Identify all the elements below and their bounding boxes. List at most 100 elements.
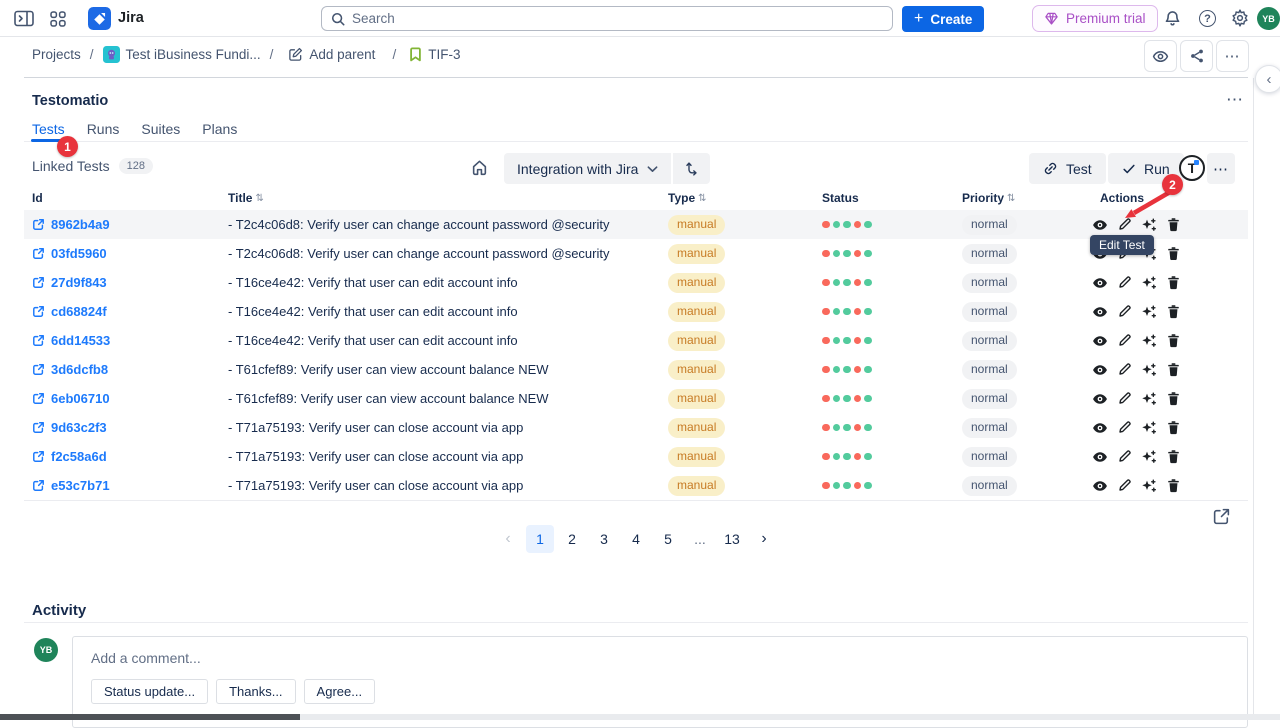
- integration-dropdown[interactable]: Integration with Jira: [504, 153, 671, 184]
- column-header-priority[interactable]: Priority⇅: [940, 191, 1080, 205]
- table-row[interactable]: 8962b4a9 - T2c4c06d8: Verify user can ch…: [24, 210, 1248, 239]
- view-test-icon[interactable]: [1092, 362, 1108, 378]
- ai-generate-icon[interactable]: [1141, 478, 1157, 494]
- external-link-icon[interactable]: [32, 305, 45, 318]
- sort-icon[interactable]: ⇅: [255, 193, 263, 204]
- delete-test-icon[interactable]: [1166, 362, 1181, 377]
- edit-test-icon[interactable]: [1117, 304, 1132, 319]
- view-test-icon[interactable]: [1092, 333, 1108, 349]
- horizontal-scrollbar[interactable]: [0, 714, 1280, 720]
- testomatio-logo-icon[interactable]: T: [1179, 155, 1205, 181]
- test-id-link[interactable]: cd68824f: [51, 304, 107, 319]
- ai-generate-icon[interactable]: [1141, 362, 1157, 378]
- ai-generate-icon[interactable]: [1141, 333, 1157, 349]
- table-row[interactable]: 27d9f843 - T16ce4e42: Verify that user c…: [24, 268, 1248, 297]
- tab-suites[interactable]: Suites: [141, 121, 180, 147]
- quick-reply-button[interactable]: Thanks...: [216, 679, 295, 704]
- table-row[interactable]: cd68824f - T16ce4e42: Verify that user c…: [24, 297, 1248, 326]
- watch-issue-button[interactable]: [1144, 40, 1177, 72]
- table-row[interactable]: 6dd14533 - T16ce4e42: Verify that user c…: [24, 326, 1248, 355]
- pagination-page-4[interactable]: 4: [622, 525, 650, 553]
- pagination-prev[interactable]: ‹: [494, 525, 522, 553]
- sort-icon[interactable]: ⇅: [698, 193, 706, 204]
- pagination-page-5[interactable]: 5: [654, 525, 682, 553]
- app-switcher-icon[interactable]: [50, 11, 66, 27]
- external-link-icon[interactable]: [32, 421, 45, 434]
- horizontal-scrollbar-thumb[interactable]: [0, 714, 300, 720]
- table-row[interactable]: 6eb06710 - T61cfef89: Verify user can vi…: [24, 384, 1248, 413]
- test-id-link[interactable]: 3d6dcfb8: [51, 362, 108, 377]
- delete-test-icon[interactable]: [1166, 333, 1181, 348]
- table-row[interactable]: e53c7b71 - T71a75193: Verify user can cl…: [24, 471, 1248, 500]
- delete-test-icon[interactable]: [1166, 275, 1181, 290]
- external-link-icon[interactable]: [32, 247, 45, 260]
- view-test-icon[interactable]: [1092, 420, 1108, 436]
- tab-runs[interactable]: Runs: [87, 121, 120, 147]
- pagination-next[interactable]: ›: [750, 525, 778, 553]
- table-row[interactable]: 3d6dcfb8 - T61cfef89: Verify user can vi…: [24, 355, 1248, 384]
- link-test-button[interactable]: Test: [1029, 153, 1106, 184]
- test-id-link[interactable]: 8962b4a9: [51, 217, 110, 232]
- breadcrumb-project[interactable]: Test iBusiness Fundi...: [103, 46, 261, 63]
- edit-test-icon[interactable]: [1117, 391, 1132, 406]
- sort-icon[interactable]: ⇅: [1007, 193, 1015, 204]
- pagination-page-13[interactable]: 13: [718, 525, 746, 553]
- edit-test-icon[interactable]: [1117, 449, 1132, 464]
- column-header-type[interactable]: Type⇅: [660, 191, 800, 205]
- breadcrumb-projects[interactable]: Projects: [32, 47, 81, 62]
- issue-more-actions-button[interactable]: ⋯: [1216, 40, 1249, 72]
- test-id-link[interactable]: 9d63c2f3: [51, 420, 107, 435]
- pagination-page-2[interactable]: 2: [558, 525, 586, 553]
- collapse-panel-button[interactable]: ‹: [1255, 65, 1280, 93]
- comment-input[interactable]: [91, 650, 1229, 666]
- ai-generate-icon[interactable]: [1141, 391, 1157, 407]
- ai-generate-icon[interactable]: [1141, 420, 1157, 436]
- view-test-icon[interactable]: [1092, 391, 1108, 407]
- search-input[interactable]: [352, 11, 883, 26]
- quick-reply-button[interactable]: Agree...: [304, 679, 376, 704]
- external-link-icon[interactable]: [32, 479, 45, 492]
- ai-generate-icon[interactable]: [1141, 275, 1157, 291]
- create-button[interactable]: + Create: [902, 6, 984, 32]
- ai-generate-icon[interactable]: [1141, 217, 1157, 233]
- edit-test-icon[interactable]: [1117, 217, 1132, 232]
- pagination-page-1[interactable]: 1: [526, 525, 554, 553]
- notifications-bell-icon[interactable]: [1164, 10, 1181, 27]
- delete-test-icon[interactable]: [1166, 449, 1181, 464]
- import-tests-button[interactable]: [673, 153, 710, 184]
- external-link-icon[interactable]: [32, 392, 45, 405]
- test-id-link[interactable]: e53c7b71: [51, 478, 110, 493]
- panel-actions-more-button[interactable]: ⋯: [1207, 153, 1235, 184]
- help-icon[interactable]: ?: [1199, 10, 1216, 27]
- test-id-link[interactable]: 03fd5960: [51, 246, 107, 261]
- edit-test-icon[interactable]: [1117, 362, 1132, 377]
- edit-test-icon[interactable]: [1117, 275, 1132, 290]
- test-id-link[interactable]: 6eb06710: [51, 391, 110, 406]
- jira-logo-icon[interactable]: [88, 7, 111, 30]
- external-link-icon[interactable]: [32, 334, 45, 347]
- test-id-link[interactable]: f2c58a6d: [51, 449, 107, 464]
- panel-more-icon[interactable]: ⋯: [1226, 90, 1244, 110]
- settings-gear-icon[interactable]: [1231, 9, 1249, 27]
- external-link-icon[interactable]: [32, 218, 45, 231]
- delete-test-icon[interactable]: [1166, 391, 1181, 406]
- table-row[interactable]: 9d63c2f3 - T71a75193: Verify user can cl…: [24, 413, 1248, 442]
- edit-test-icon[interactable]: [1117, 333, 1132, 348]
- view-test-icon[interactable]: [1092, 449, 1108, 465]
- sidebar-toggle-icon[interactable]: [14, 10, 34, 27]
- delete-test-icon[interactable]: [1166, 304, 1181, 319]
- premium-trial-button[interactable]: Premium trial: [1032, 5, 1158, 32]
- view-test-icon[interactable]: [1092, 217, 1108, 233]
- test-id-link[interactable]: 6dd14533: [51, 333, 110, 348]
- view-test-icon[interactable]: [1092, 275, 1108, 291]
- view-test-icon[interactable]: [1092, 478, 1108, 494]
- ai-generate-icon[interactable]: [1141, 449, 1157, 465]
- breadcrumb-issue-key[interactable]: TIF-3: [409, 47, 460, 62]
- external-link-icon[interactable]: [32, 450, 45, 463]
- tab-plans[interactable]: Plans: [202, 121, 237, 147]
- edit-test-icon[interactable]: [1117, 478, 1132, 493]
- view-test-icon[interactable]: [1092, 304, 1108, 320]
- edit-test-icon[interactable]: [1117, 420, 1132, 435]
- test-id-link[interactable]: 27d9f843: [51, 275, 107, 290]
- ai-generate-icon[interactable]: [1141, 304, 1157, 320]
